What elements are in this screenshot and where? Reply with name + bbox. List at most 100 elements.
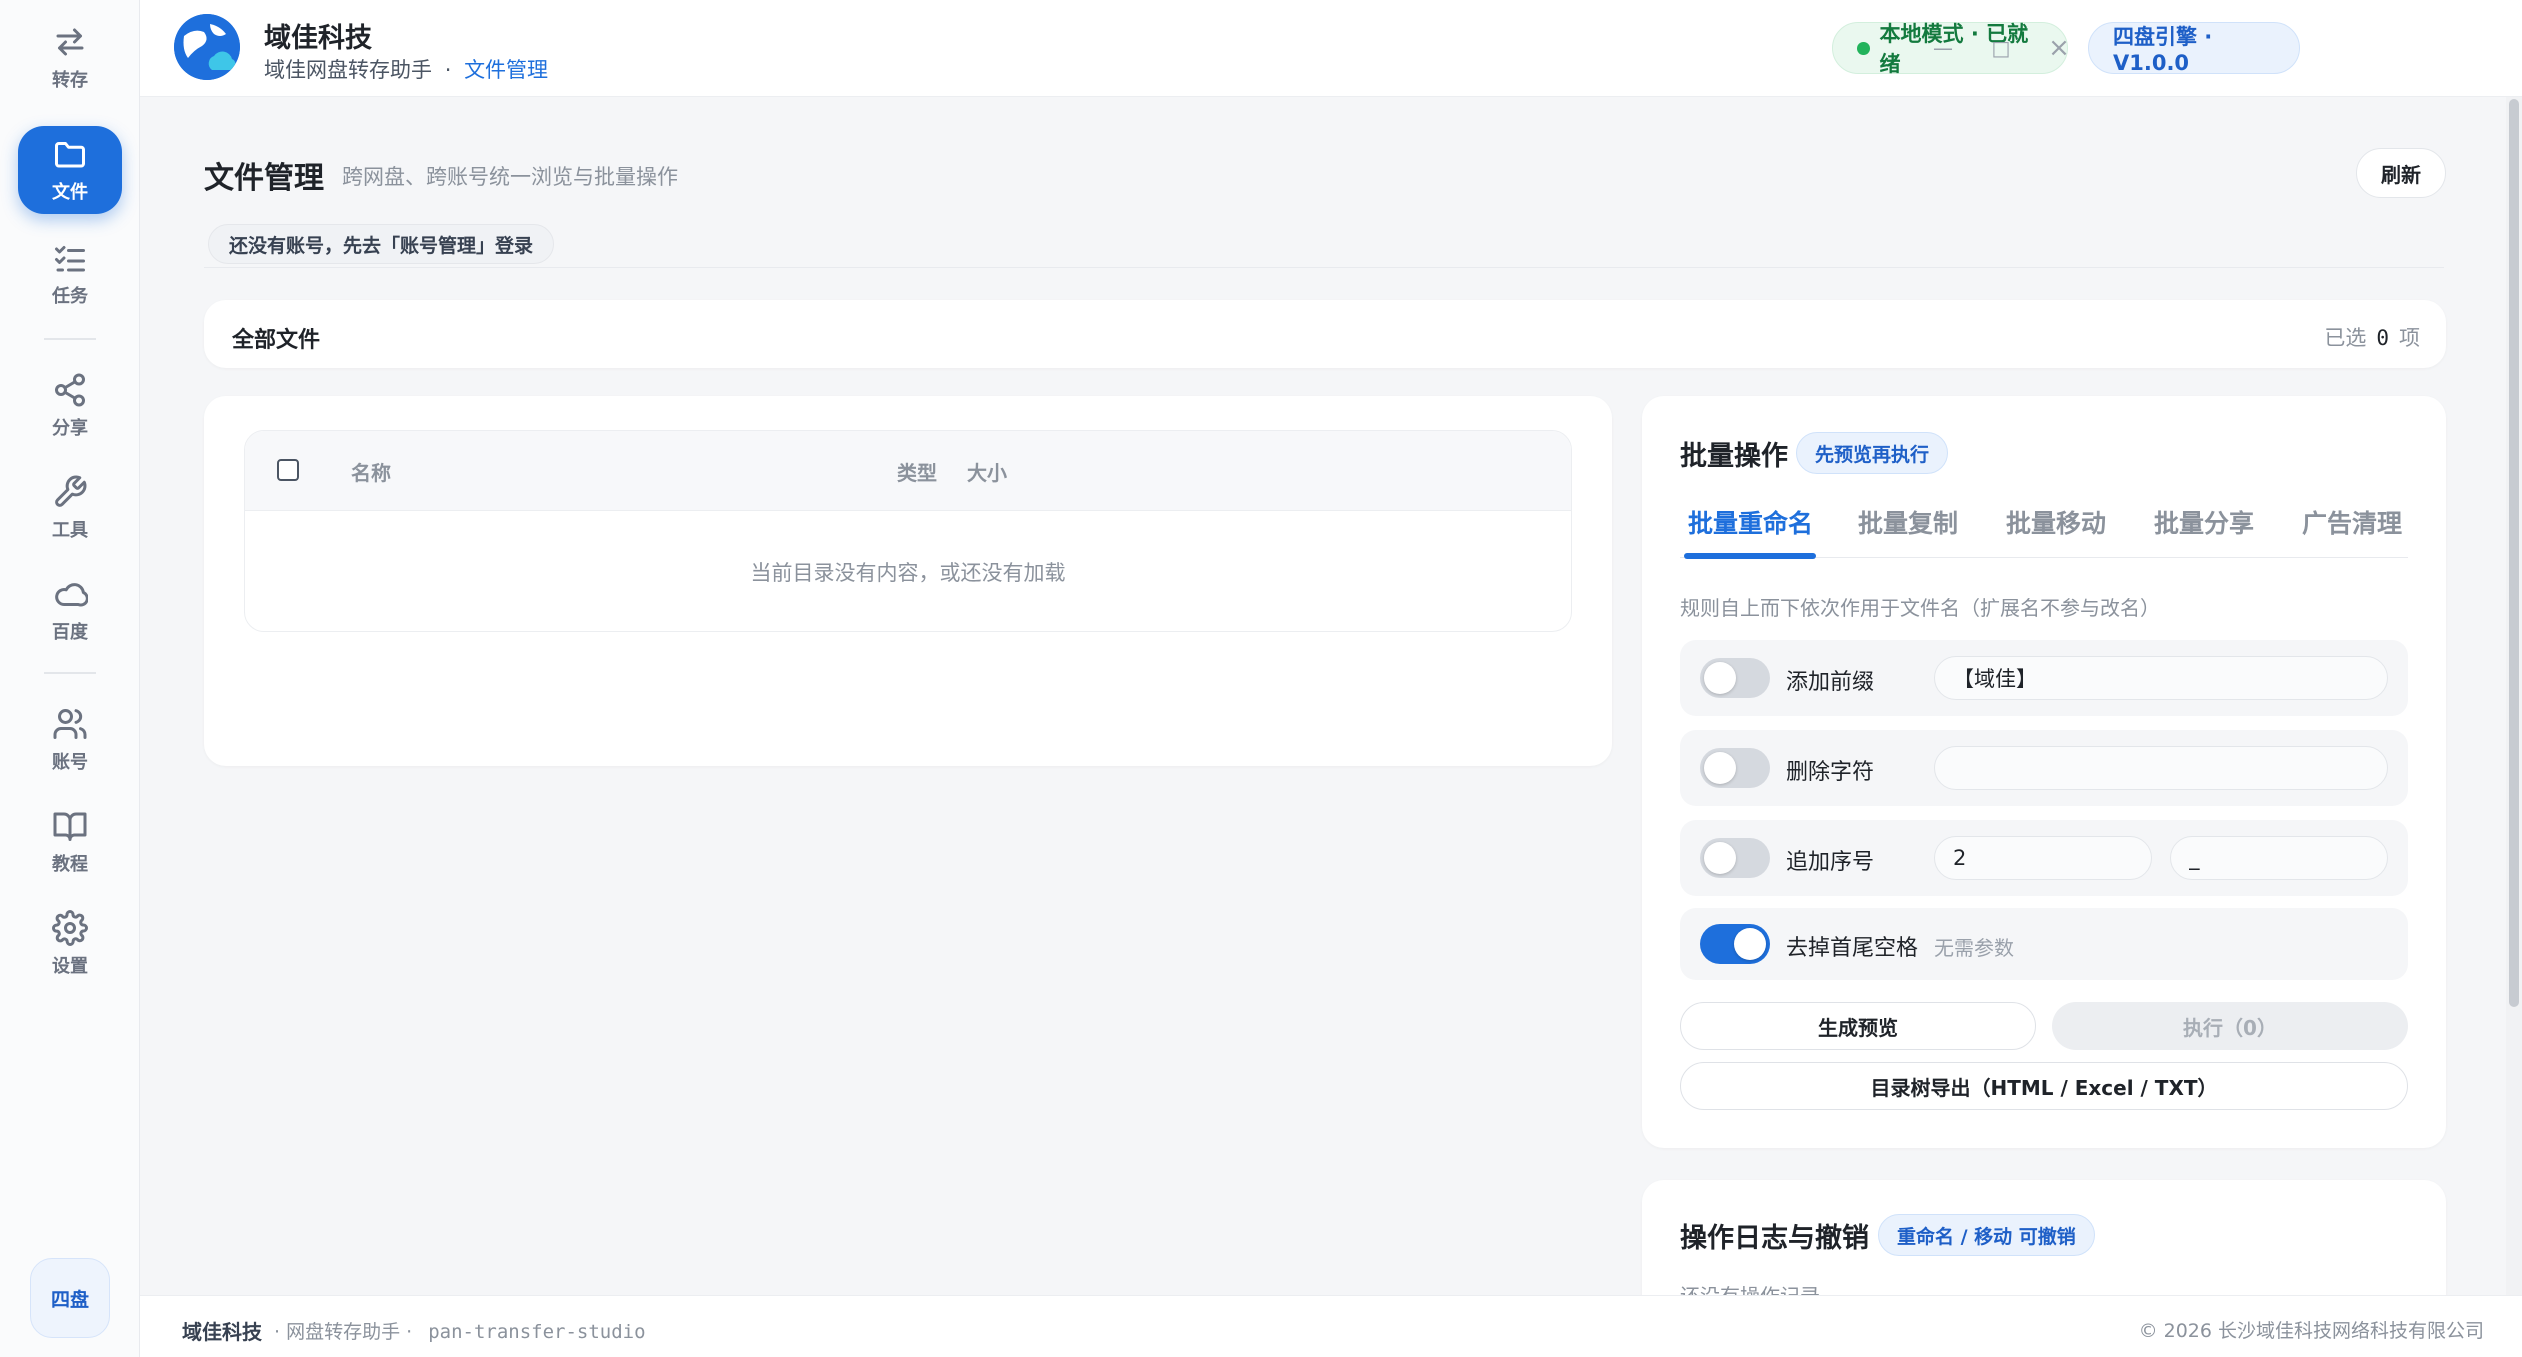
rule-delete-chars: 删除字符 <box>1680 730 2408 806</box>
sidebar-item-tools[interactable]: 工具 <box>18 464 122 552</box>
batch-operations-card: 批量操作 先预览再执行 批量重命名 批量复制 批量移动 批量分享 广告清理 规则… <box>1642 396 2446 1148</box>
footer-copyright: © 2026 长沙域佳科技网络科技有限公司 <box>2138 1320 2484 1342</box>
cloud-icon <box>55 583 88 607</box>
append-sequence-label: 追加序号 <box>1786 850 1875 875</box>
engine-version-pill[interactable]: 四盘引擎 · V1.0.0 <box>2088 22 2300 75</box>
footer-package: pan-transfer-studio <box>428 1321 646 1343</box>
sidebar-item-share[interactable]: 分享 <box>18 362 122 450</box>
sidebar-item-label: 转存 <box>52 70 88 91</box>
app-breadcrumb: 域佳网盘转存助手 · 文件管理 <box>264 54 548 84</box>
sequence-separator-input[interactable] <box>2170 836 2388 880</box>
log-title: 操作日志与撤销 <box>1680 1223 1869 1254</box>
maximize-button[interactable]: □ <box>1981 28 2021 68</box>
empty-state: 当前目录没有内容，或还没有加载 <box>750 561 1066 585</box>
prefix-input[interactable] <box>1934 656 2388 700</box>
generate-preview-button[interactable]: 生成预览 <box>1680 1002 2036 1050</box>
batch-tabs: 批量重命名 批量复制 批量移动 批量分享 广告清理 <box>1680 496 2408 559</box>
scrollbar-thumb[interactable] <box>2509 99 2519 1007</box>
sidebar-item-label: 教程 <box>52 854 88 875</box>
selection-prefix: 已选 <box>2324 326 2367 350</box>
sequence-start-input[interactable] <box>1934 836 2152 880</box>
column-header-size[interactable]: 大小 <box>967 457 1007 486</box>
selection-suffix: 项 <box>2399 326 2420 350</box>
select-all-checkbox[interactable] <box>277 459 299 481</box>
maximize-icon: □ <box>1991 36 2011 60</box>
sidebar-item-label: 工具 <box>52 520 88 541</box>
app-logo <box>174 14 240 80</box>
share-icon <box>55 373 85 407</box>
sidebar-item-label: 账号 <box>52 752 88 773</box>
delete-chars-toggle[interactable] <box>1700 748 1770 788</box>
selection-count: 已选 0 项 <box>2324 322 2420 352</box>
tab-batch-rename[interactable]: 批量重命名 <box>1688 504 1813 540</box>
path-root[interactable]: 全部文件 <box>232 322 320 354</box>
close-icon: × <box>2048 33 2070 63</box>
task-list-icon <box>55 246 85 272</box>
operation-log-card: 操作日志与撤销 重命名 / 移动 可撤销 还没有操作记录 <box>1642 1180 2446 1295</box>
delete-chars-input[interactable] <box>1934 746 2388 790</box>
sidebar-item-transfer[interactable]: 转存 <box>18 14 122 102</box>
trim-spaces-note: 无需参数 <box>1934 936 2014 960</box>
main-content: 文件管理 跨网盘、跨账号统一浏览与批量操作 刷新 还没有账号，先去「账号管理」登… <box>140 97 2506 1295</box>
tab-batch-copy[interactable]: 批量复制 <box>1858 504 1958 540</box>
app-header: 域佳科技 域佳网盘转存助手 · 文件管理 本地模式 · 已就绪 四盘引擎 · V… <box>140 0 2522 97</box>
users-icon <box>53 709 87 739</box>
close-button[interactable]: × <box>2039 28 2079 68</box>
file-list-card: 名称 类型 大小 当前目录没有内容，或还没有加载 <box>204 396 1612 766</box>
export-directory-tree-button[interactable]: 目录树导出（HTML / Excel / TXT） <box>1680 1062 2408 1110</box>
add-prefix-toggle[interactable] <box>1700 658 1770 698</box>
execute-button[interactable]: 执行（0） <box>2052 1002 2408 1050</box>
sidebar-item-tutorial[interactable]: 教程 <box>18 798 122 886</box>
sidebar-item-settings[interactable]: 设置 <box>18 900 122 988</box>
column-header-name[interactable]: 名称 <box>351 457 391 486</box>
preview-first-badge: 先预览再执行 <box>1796 432 1949 474</box>
sidebar-item-tasks[interactable]: 任务 <box>18 230 122 318</box>
sidebar-item-accounts[interactable]: 账号 <box>18 696 122 784</box>
tab-batch-share[interactable]: 批量分享 <box>2154 504 2254 540</box>
no-account-notice[interactable]: 还没有账号，先去「账号管理」登录 <box>208 224 555 264</box>
globe-logo-icon <box>174 14 240 80</box>
footer-product: · 网盘转存助手 · <box>274 1321 413 1343</box>
log-empty-state: 还没有操作记录 <box>1680 1280 1820 1295</box>
table-header: 名称 类型 大小 <box>245 431 1571 511</box>
sidebar-divider <box>44 672 96 674</box>
undoable-badge: 重命名 / 移动 可撤销 <box>1878 1214 2095 1256</box>
column-header-type[interactable]: 类型 <box>897 457 937 486</box>
page-title: 文件管理 <box>204 161 324 196</box>
footer-brand: 域佳科技 <box>182 1320 262 1344</box>
append-sequence-toggle[interactable] <box>1700 838 1770 878</box>
header-divider <box>204 267 2444 268</box>
tab-batch-move[interactable]: 批量移动 <box>2006 504 2106 540</box>
app-title: 域佳科技 <box>264 23 372 54</box>
status-dot-icon <box>1857 41 1870 55</box>
trim-spaces-toggle[interactable] <box>1700 924 1770 964</box>
refresh-button[interactable]: 刷新 <box>2356 148 2446 198</box>
tab-ad-cleanup[interactable]: 广告清理 <box>2302 504 2402 540</box>
rule-add-prefix: 添加前缀 <box>1680 640 2408 716</box>
app-footer: 域佳科技 · 网盘转存助手 · pan-transfer-studio © 20… <box>140 1295 2522 1357</box>
main-scrollbar[interactable] <box>2506 97 2522 1295</box>
trim-spaces-label: 去掉首尾空格 <box>1786 936 1919 961</box>
sidebar-item-label: 任务 <box>52 286 88 307</box>
sidebar-item-label: 分享 <box>52 418 88 439</box>
app-subtitle: 域佳网盘转存助手 <box>264 58 432 82</box>
delete-chars-label: 删除字符 <box>1786 760 1875 785</box>
active-tab-indicator <box>1684 553 1816 559</box>
folder-icon <box>55 142 85 168</box>
minimize-icon: — <box>1933 36 1953 60</box>
minimize-button[interactable]: — <box>1923 28 1963 68</box>
sidebar-divider <box>44 338 96 340</box>
wrench-icon <box>55 475 87 507</box>
sidebar-item-baidu[interactable]: 百度 <box>18 566 122 654</box>
sidebar: 转存 文件 任务 分享 工具 百度 账号 教程 设置 四盘 <box>0 0 140 1357</box>
sidebar-item-label: 设置 <box>52 956 88 977</box>
engine-chip[interactable]: 四盘 <box>30 1258 110 1338</box>
transfer-icon <box>56 28 84 56</box>
rule-trim-spaces: 去掉首尾空格 无需参数 <box>1680 908 2408 980</box>
sidebar-item-label: 百度 <box>52 622 88 643</box>
page-description: 跨网盘、跨账号统一浏览与批量操作 <box>342 165 678 189</box>
sidebar-item-files[interactable]: 文件 <box>18 126 122 214</box>
rename-rules-hint: 规则自上而下依次作用于文件名（扩展名不参与改名） <box>1680 596 2160 620</box>
book-icon <box>53 812 87 841</box>
breadcrumb-current[interactable]: 文件管理 <box>464 58 548 82</box>
